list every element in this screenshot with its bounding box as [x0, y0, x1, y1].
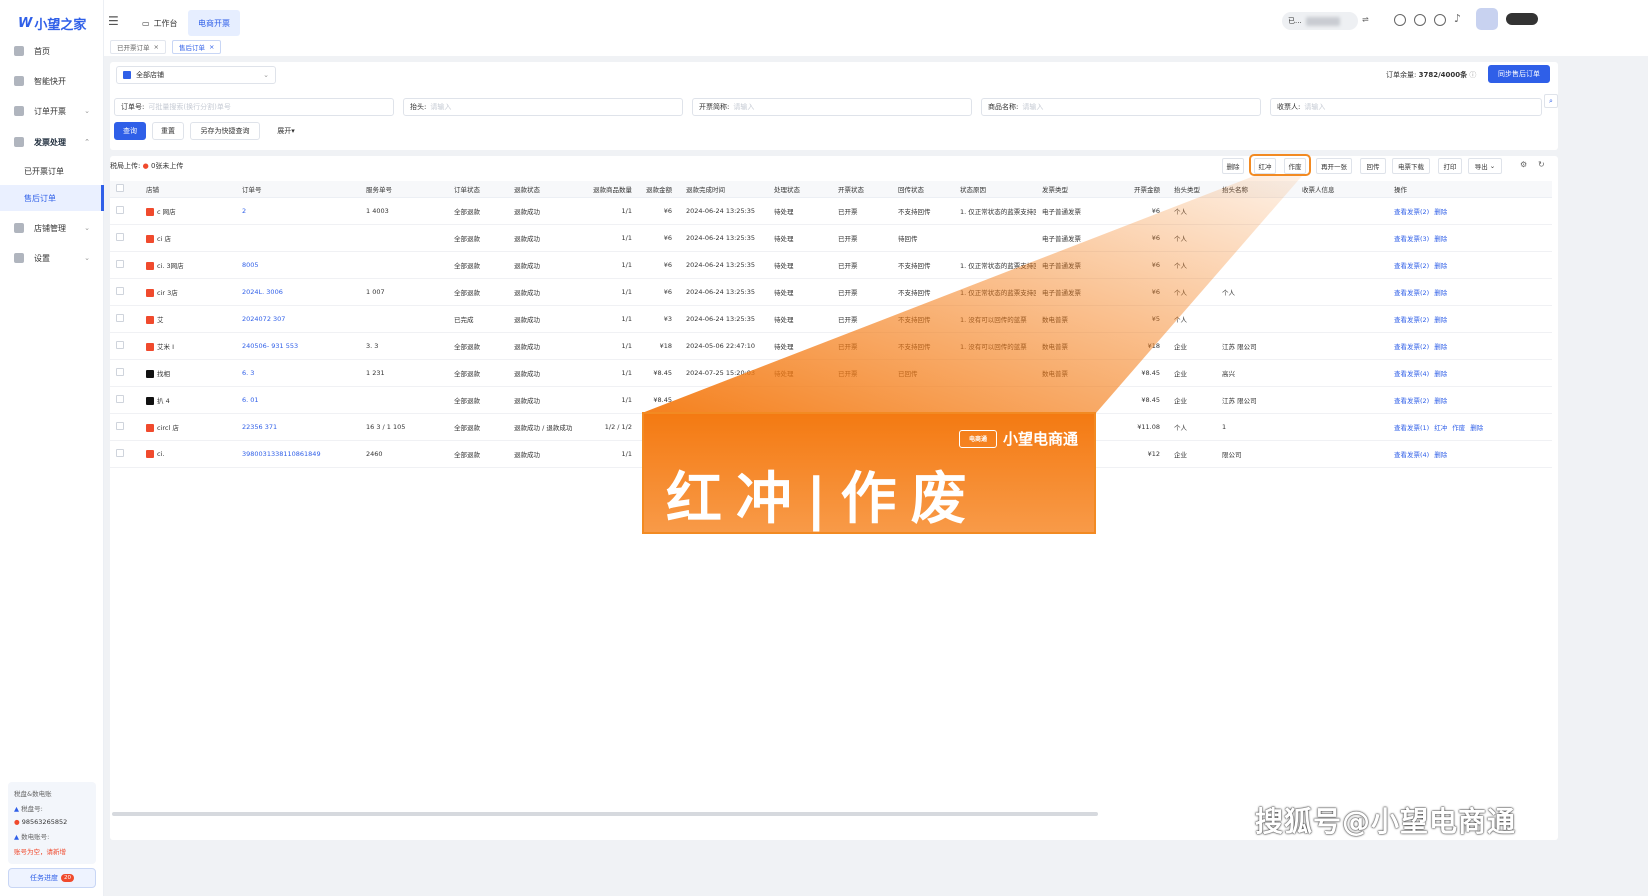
watermark: 搜狐号@小望电商通: [1255, 805, 1517, 838]
promo-banner: 电商通 小望电商通 红冲|作废: [642, 412, 1096, 534]
banner-brand: 电商通 小望电商通: [958, 428, 1078, 449]
banner-headline: 红冲|作废: [666, 467, 981, 532]
beam-shape: [642, 176, 1302, 413]
brand-badge-logo: 电商通: [958, 429, 997, 448]
